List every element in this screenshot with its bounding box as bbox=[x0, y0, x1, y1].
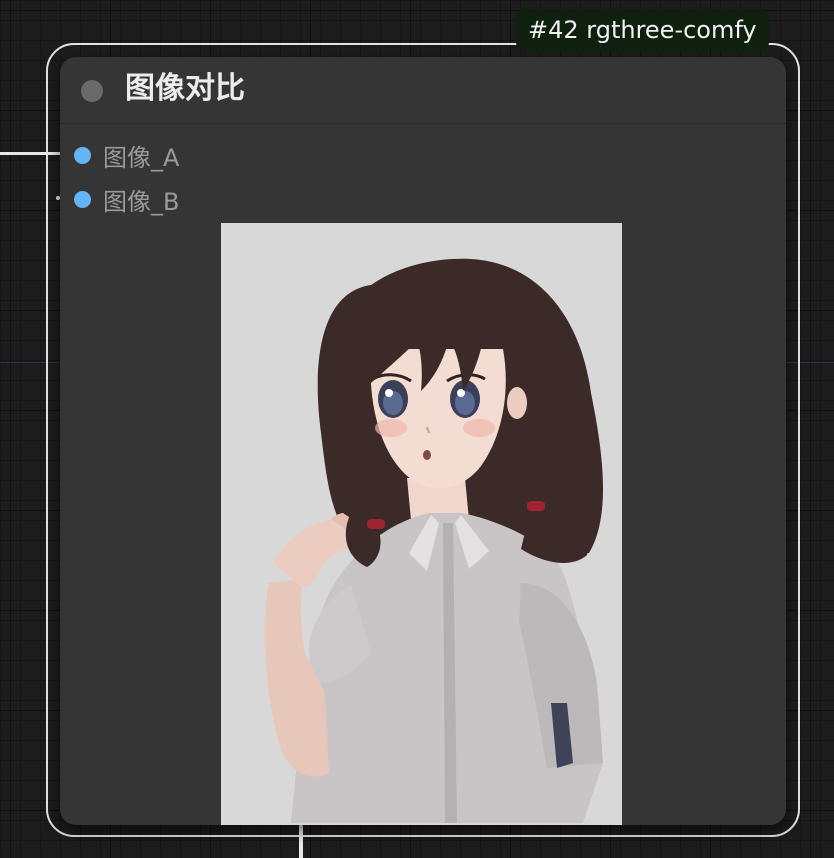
input-slot-image-a[interactable]: 图像_A bbox=[74, 140, 180, 172]
input-slot-image-b[interactable]: 图像_B bbox=[74, 184, 180, 216]
input-dot-icon[interactable] bbox=[74, 146, 91, 164]
collapse-toggle-icon[interactable] bbox=[81, 80, 103, 102]
anime-girl-image bbox=[221, 223, 622, 825]
input-dot-icon[interactable] bbox=[74, 190, 91, 208]
input-slot-label: 图像_B bbox=[103, 187, 180, 216]
image-comparer-node[interactable]: 图像对比 图像_A 图像_B bbox=[60, 57, 786, 825]
node-header[interactable]: 图像对比 bbox=[60, 57, 786, 124]
node-title: 图像对比 bbox=[125, 71, 245, 106]
node-id-badge: #42 rgthree-comfy bbox=[516, 9, 769, 51]
comparison-image-preview[interactable] bbox=[221, 223, 622, 825]
input-slot-label: 图像_A bbox=[103, 143, 180, 172]
